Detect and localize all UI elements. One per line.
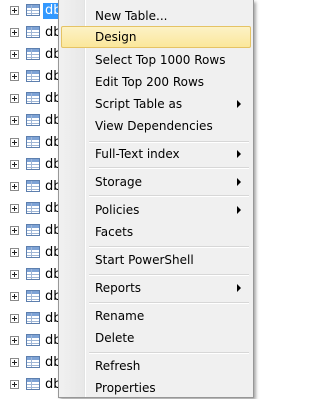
table-icon xyxy=(26,92,40,104)
table-icon xyxy=(26,70,40,82)
menu-item-delete[interactable]: Delete xyxy=(61,327,251,349)
table-icon xyxy=(26,224,40,236)
expand-plus-icon[interactable] xyxy=(10,226,19,235)
submenu-arrow-icon xyxy=(237,150,241,158)
table-icon xyxy=(26,4,40,16)
menu-item-storage[interactable]: Storage xyxy=(61,171,251,193)
menu-item-refresh[interactable]: Refresh xyxy=(61,355,251,377)
menu-item-label: Reports xyxy=(95,281,142,295)
menu-item-label: Refresh xyxy=(95,359,141,373)
expand-plus-icon[interactable] xyxy=(10,314,19,323)
menu-item-label: Properties xyxy=(95,381,156,395)
submenu-arrow-icon xyxy=(237,100,241,108)
table-icon xyxy=(26,356,40,368)
menu-item-policies[interactable]: Policies xyxy=(61,199,251,221)
menu-item-label: Delete xyxy=(95,331,135,345)
menu-item-view-dependencies[interactable]: View Dependencies xyxy=(61,115,251,137)
table-icon xyxy=(26,312,40,324)
expand-plus-icon[interactable] xyxy=(10,292,19,301)
expand-plus-icon[interactable] xyxy=(10,28,19,37)
menu-item-label: Edit Top 200 Rows xyxy=(95,75,205,89)
expand-plus-icon[interactable] xyxy=(10,336,19,345)
table-icon xyxy=(26,268,40,280)
expand-plus-icon[interactable] xyxy=(10,72,19,81)
table-icon xyxy=(26,180,40,192)
table-icon xyxy=(26,334,40,346)
expand-plus-icon[interactable] xyxy=(10,50,19,59)
menu-item-properties[interactable]: Properties xyxy=(61,377,251,399)
menu-item-facets[interactable]: Facets xyxy=(61,221,251,243)
table-icon xyxy=(26,158,40,170)
submenu-arrow-icon xyxy=(237,206,241,214)
menu-item-rename[interactable]: Rename xyxy=(61,305,251,327)
menu-item-script-table-as[interactable]: Script Table as xyxy=(61,93,251,115)
expand-plus-icon[interactable] xyxy=(10,182,19,191)
expand-plus-icon[interactable] xyxy=(10,116,19,125)
menu-item-select-top-rows[interactable]: Select Top 1000 Rows xyxy=(61,49,251,71)
menu-item-label: Policies xyxy=(95,203,140,217)
menu-separator xyxy=(89,246,249,248)
menu-item-label: Select Top 1000 Rows xyxy=(95,53,226,67)
table-icon xyxy=(26,378,40,390)
expand-plus-icon[interactable] xyxy=(10,94,19,103)
menu-item-label: Script Table as xyxy=(95,97,183,111)
submenu-arrow-icon xyxy=(237,284,241,292)
table-icon xyxy=(26,246,40,258)
menu-separator xyxy=(89,302,249,304)
menu-item-design[interactable]: Design xyxy=(61,26,251,48)
expand-plus-icon[interactable] xyxy=(10,358,19,367)
expand-plus-icon[interactable] xyxy=(10,160,19,169)
submenu-arrow-icon xyxy=(237,178,241,186)
expand-plus-icon[interactable] xyxy=(10,204,19,213)
menu-item-label: Facets xyxy=(95,225,134,239)
table-icon xyxy=(26,114,40,126)
menu-item-label: Full-Text index xyxy=(95,147,180,161)
menu-item-reports[interactable]: Reports xyxy=(61,277,251,299)
table-icon xyxy=(26,136,40,148)
table-icon xyxy=(26,290,40,302)
expand-plus-icon[interactable] xyxy=(10,6,19,15)
menu-separator xyxy=(89,195,249,197)
menu-item-label: Design xyxy=(95,30,137,44)
expand-plus-icon[interactable] xyxy=(10,270,19,279)
menu-item-label: Start PowerShell xyxy=(95,253,194,267)
menu-item-label: Rename xyxy=(95,309,145,323)
menu-separator xyxy=(89,352,249,354)
menu-item-label: View Dependencies xyxy=(95,119,213,133)
menu-item-label: Storage xyxy=(95,175,142,189)
context-menu: New Table... Design Select Top 1000 Rows… xyxy=(58,0,254,398)
menu-item-start-powershell[interactable]: Start PowerShell xyxy=(61,249,251,271)
table-icon xyxy=(26,48,40,60)
expand-plus-icon[interactable] xyxy=(10,380,19,389)
expand-plus-icon[interactable] xyxy=(10,138,19,147)
menu-item-new-table[interactable]: New Table... xyxy=(61,5,251,27)
menu-separator xyxy=(89,274,249,276)
menu-item-full-text-index[interactable]: Full-Text index xyxy=(61,143,251,165)
menu-item-edit-top-rows[interactable]: Edit Top 200 Rows xyxy=(61,71,251,93)
expand-plus-icon[interactable] xyxy=(10,248,19,257)
menu-separator xyxy=(89,167,249,169)
menu-item-label: New Table... xyxy=(95,9,168,23)
table-icon xyxy=(26,202,40,214)
table-icon xyxy=(26,26,40,38)
